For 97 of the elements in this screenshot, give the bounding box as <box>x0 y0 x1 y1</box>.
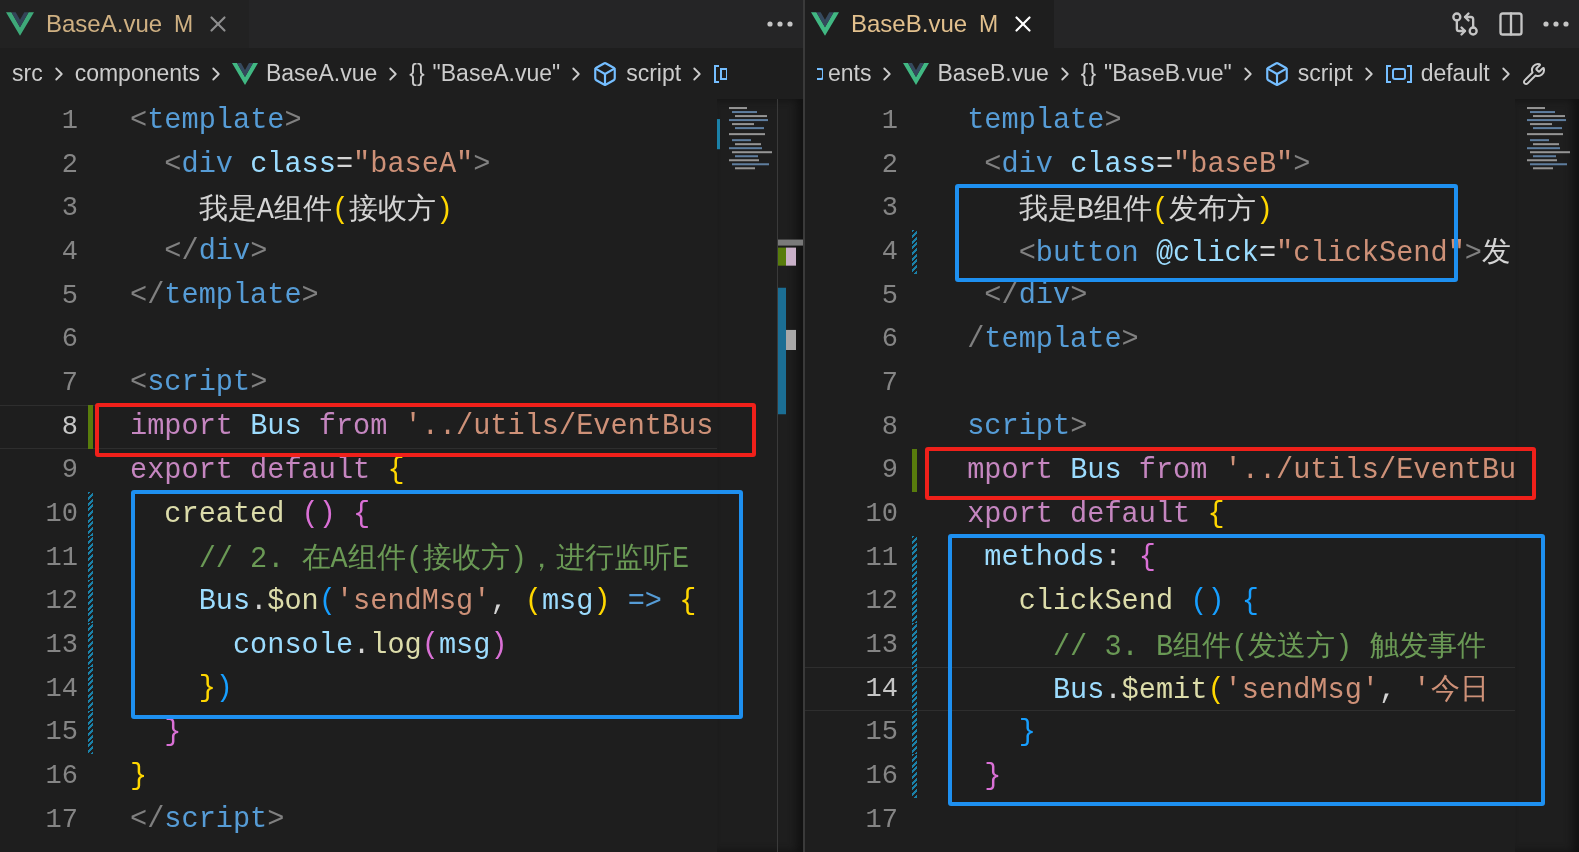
code-line: script> <box>966 410 1089 444</box>
line-number: 10 <box>864 499 898 530</box>
code-line: <div class="baseB"> <box>983 148 1312 182</box>
line-number: 3 <box>880 193 898 224</box>
line-number: 15 <box>44 717 78 748</box>
line-number: 12 <box>44 586 78 617</box>
code-line: // 2. 在A组件(接收方)，进行监听E <box>197 541 691 578</box>
modified-status: M <box>174 10 194 38</box>
line-number: 5 <box>60 280 78 311</box>
code-line: created () { <box>163 497 372 531</box>
code-line: } <box>983 759 1003 793</box>
breadcrumb-item[interactable]: script <box>1263 60 1353 87</box>
code-line: /template> <box>966 322 1140 356</box>
more-icon <box>1543 21 1569 27</box>
vue-logo-icon <box>6 12 34 36</box>
breadcrumb-item[interactable]: ents <box>828 60 872 87</box>
braces-symbol: {} <box>1080 60 1097 87</box>
more-icon <box>767 21 793 27</box>
code-line: template> <box>966 104 1123 138</box>
line-number: 1 <box>60 105 78 136</box>
line-number: 11 <box>864 542 898 573</box>
line-number: 16 <box>864 761 898 792</box>
code-line: Bus.$emit('sendMsg', '今日 <box>1051 673 1490 709</box>
code-line: console.log(msg) <box>231 628 509 662</box>
line-number: 15 <box>864 717 898 748</box>
modified-status: M <box>979 10 999 38</box>
field-icon <box>1384 62 1413 85</box>
code-line: methods: { <box>983 541 1157 575</box>
code-line: 我是B组件(发布方) <box>1017 192 1275 228</box>
code-line: </div> <box>983 279 1089 313</box>
tab-label: BaseA.vue <box>46 10 163 38</box>
code-line: import Bus from '../utils/EventBus <box>130 410 715 444</box>
line-number: 9 <box>60 455 78 486</box>
line-number: 12 <box>864 586 898 617</box>
code-line: Bus.$on('sendMsg', (msg) => { <box>197 584 698 618</box>
line-number: 4 <box>880 236 898 267</box>
split-icon <box>1497 10 1525 38</box>
code-line: <script> <box>130 366 269 400</box>
line-number: 17 <box>44 804 78 835</box>
code-line: // 3. B组件(发送方) 触发事件 <box>1051 629 1487 665</box>
line-number: 7 <box>60 367 78 398</box>
code-line: mport Bus from '../utils/EventBu <box>966 453 1515 487</box>
vue-logo-icon <box>903 62 930 85</box>
compare-icon <box>1451 10 1479 38</box>
line-number: 6 <box>880 324 898 355</box>
field-icon <box>713 62 728 85</box>
code-line: }) <box>197 672 234 706</box>
cube-icon <box>1263 60 1290 87</box>
breadcrumb-item[interactable]: script <box>592 60 682 87</box>
breadcrumb-item[interactable]: src <box>12 60 43 87</box>
editor-tab[interactable]: BaseB.vue M <box>805 0 1055 48</box>
breadcrumb-item[interactable]: {} "BaseB.vue" <box>1080 60 1232 87</box>
line-number: 9 <box>880 455 898 486</box>
line-number: 10 <box>44 499 78 530</box>
line-number: 13 <box>864 630 898 661</box>
code-line: xport default { <box>966 497 1226 531</box>
line-number: 11 <box>44 542 78 573</box>
line-number: 16 <box>44 761 78 792</box>
vue-logo-icon <box>811 12 839 36</box>
code-line: 我是A组件(接收方) <box>197 192 455 228</box>
line-number: 4 <box>60 236 78 267</box>
code-line: </template> <box>130 279 320 313</box>
line-number: 2 <box>60 149 78 180</box>
line-number: 5 <box>880 280 898 311</box>
more-actions-button[interactable] <box>767 21 793 27</box>
line-number: 3 <box>60 193 78 224</box>
line-number: 7 <box>880 367 898 398</box>
line-number: 14 <box>864 673 898 704</box>
code-line: <div class="baseA"> <box>163 148 492 182</box>
tab-label: BaseB.vue <box>851 10 968 38</box>
breadcrumb-item[interactable]: BaseB.vue <box>903 60 1049 87</box>
vue-logo-icon <box>232 62 258 85</box>
code-line: </div> <box>163 235 269 269</box>
cube-icon <box>592 60 619 87</box>
code-line: } <box>1017 715 1037 749</box>
breadcrumb-item[interactable]: default <box>1384 60 1490 87</box>
line-number: 8 <box>60 411 78 442</box>
code-line: <template> <box>130 104 303 138</box>
line-number: 2 <box>880 149 898 180</box>
line-number: 1 <box>880 105 898 136</box>
line-number: 13 <box>44 630 78 661</box>
line-number: 17 <box>864 804 898 835</box>
more-actions-button[interactable] <box>1543 21 1569 27</box>
line-number: 8 <box>880 411 898 442</box>
wrench-icon <box>1521 61 1546 86</box>
split-editor-button[interactable] <box>1497 10 1525 38</box>
line-number: 14 <box>44 673 78 704</box>
code-line: </script> <box>130 803 286 837</box>
braces-symbol: {} <box>409 60 425 87</box>
breadcrumb-item[interactable]: components <box>74 60 200 87</box>
code-line: } <box>130 759 149 793</box>
editor-tab[interactable]: BaseA.vue M <box>0 0 250 48</box>
breadcrumb-item[interactable]: BaseA.vue <box>232 60 378 87</box>
breadcrumb-item[interactable]: {} "BaseA.vue" <box>409 60 561 87</box>
line-number: 6 <box>60 324 78 355</box>
compare-changes-button[interactable] <box>1451 10 1479 38</box>
code-line: clickSend () { <box>1017 584 1260 618</box>
